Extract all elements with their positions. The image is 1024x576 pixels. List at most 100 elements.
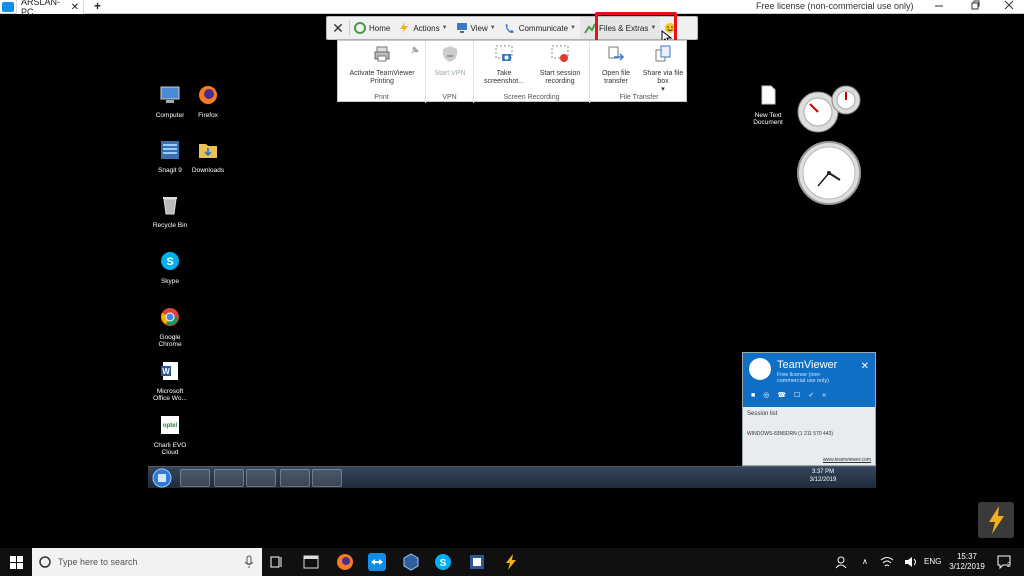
tray-chevron-up-icon[interactable]: ∧: [862, 557, 868, 566]
desktop-icon-label: Recycle Bin: [152, 221, 188, 229]
virtualbox-icon[interactable]: [402, 553, 420, 571]
remote-taskbar-skype[interactable]: [280, 469, 310, 487]
skype-icon[interactable]: S: [434, 553, 452, 571]
toolbar-view[interactable]: View ▼: [452, 17, 500, 39]
ribbon-group-label: Screen Recording: [503, 94, 560, 101]
word-document-icon: W: [161, 362, 178, 380]
toolbar-communicate[interactable]: Communicate ▼: [500, 17, 580, 39]
license-text: Free license (non-commercial use only): [756, 1, 914, 11]
chevron-down-icon: ▼: [570, 25, 576, 31]
desktop-icon-charli[interactable]: optel Charli EVO Cloud: [148, 414, 192, 457]
teamviewer-logo-icon: [2, 2, 14, 12]
lightning-app-icon[interactable]: [502, 553, 520, 571]
record-icon: [551, 45, 569, 62]
charli-cloud-icon: optel: [161, 416, 179, 434]
ribbon-group-label: VPN: [442, 94, 457, 101]
pin-icon[interactable]: [410, 45, 420, 55]
search-icon: [39, 556, 51, 568]
remote-taskbar-teamviewer[interactable]: [312, 469, 342, 487]
start-recording-button[interactable]: Start session recording: [532, 45, 588, 86]
restore-button[interactable]: [960, 0, 990, 14]
tab-arslan-pc[interactable]: ARSLAN-PC ✕: [16, 0, 84, 17]
toolbar-close-button[interactable]: ✕: [327, 20, 349, 37]
windows-start-icon[interactable]: [10, 556, 23, 569]
folder-icon: [199, 144, 217, 158]
remote-start-orb-icon[interactable]: [152, 468, 172, 488]
chrome-icon: [161, 308, 179, 326]
toolbar-communicate-label: Communicate: [518, 23, 569, 33]
text-file-icon: [761, 85, 776, 105]
task-view-icon[interactable]: [268, 553, 286, 571]
minimize-icon: [935, 5, 943, 7]
desktop-icon-new-text[interactable]: New Text Document: [746, 84, 790, 127]
desktop-icon-label: New Text Document: [753, 111, 783, 127]
close-icon: [1004, 0, 1014, 10]
teamviewer-panel-close-icon[interactable]: ✕: [861, 361, 869, 372]
remote-clock[interactable]: 3:37 PM 3/12/2019: [798, 468, 848, 484]
teamviewer-panel: TeamViewer Free license (non-commercial …: [742, 352, 876, 466]
snagit-icon: [161, 141, 179, 159]
desktop-icon-recycle-bin[interactable]: Recycle Bin: [148, 194, 192, 229]
teamviewer-website-link[interactable]: www.teamviewer.com: [823, 457, 871, 463]
firefox-icon[interactable]: [336, 553, 354, 571]
open-file-transfer-button[interactable]: Open file transfer: [592, 45, 640, 86]
svg-text:optel: optel: [163, 423, 178, 429]
tab-close-icon[interactable]: ✕: [71, 2, 83, 13]
remote-taskbar: [148, 466, 876, 488]
people-icon[interactable]: [834, 555, 848, 569]
activate-printing-label: Activate TeamViewer Printing: [349, 70, 415, 85]
new-tab-button[interactable]: +: [94, 0, 101, 13]
teamviewer-icon[interactable]: [368, 553, 386, 571]
volume-icon[interactable]: [904, 556, 918, 568]
firefox-icon: [199, 86, 217, 104]
taskbar-date: 3/12/2019: [949, 562, 985, 571]
app-window-icon[interactable]: [302, 553, 320, 571]
desktop-icon-downloads[interactable]: Downloads: [186, 139, 230, 174]
ribbon-group-screen-recording: Take screenshot... Start session recordi…: [474, 41, 590, 103]
desktop-icon-skype[interactable]: S Skype: [148, 250, 192, 285]
files-extras-ribbon: Activate TeamViewer Printing Print Start…: [337, 40, 687, 103]
remote-clock-date: 3/12/2019: [809, 477, 837, 483]
camera-icon: [495, 45, 513, 61]
recycle-bin-icon: [163, 197, 177, 215]
svg-text:S: S: [166, 256, 173, 268]
taskbar-search[interactable]: Type here to search: [32, 548, 262, 576]
taskbar-clock[interactable]: 15:37 3/12/2019: [942, 552, 992, 572]
wifi-icon[interactable]: [880, 556, 894, 568]
session-list-header[interactable]: Session list: [747, 411, 777, 417]
toolbar-home[interactable]: Home: [350, 17, 394, 39]
take-screenshot-button[interactable]: Take screenshot...: [478, 45, 530, 86]
microphone-icon[interactable]: [244, 555, 254, 569]
desktop-icon-label: Skype: [160, 277, 180, 285]
remote-taskbar-pdf[interactable]: [246, 469, 276, 487]
desktop-icon-word[interactable]: W Microsoft Office Wo...: [148, 360, 192, 403]
teamviewer-panel-actions[interactable]: ■◎☎☐✓«: [751, 391, 834, 399]
svg-text:W: W: [162, 367, 170, 376]
ribbon-group-print: Activate TeamViewer Printing Print: [338, 41, 426, 103]
share-file-box-button[interactable]: Share via file box ▾: [640, 45, 686, 94]
remote-taskbar-explorer[interactable]: [180, 469, 210, 487]
notes-app-icon[interactable]: [468, 553, 486, 571]
activate-printing-button[interactable]: Activate TeamViewer Printing: [344, 45, 420, 86]
file-transfer-icon: [608, 46, 625, 61]
desktop-icon-chrome[interactable]: Google Chrome: [148, 306, 192, 349]
language-indicator[interactable]: ENG: [924, 557, 941, 566]
minimize-button[interactable]: [924, 0, 954, 14]
tab-label: ARSLAN-PC: [21, 0, 61, 17]
toolbar-view-label: View: [470, 23, 488, 33]
session-entry[interactable]: WINDOWS-83N5DRN (1 211 570 443): [747, 431, 833, 437]
skype-icon: S: [161, 252, 179, 270]
cpu-meter-gadget-icon: [797, 85, 861, 133]
desktop-icon-firefox[interactable]: Firefox: [186, 84, 230, 119]
file-box-icon: [655, 45, 671, 62]
lightning-icon: [400, 22, 409, 34]
close-window-button[interactable]: [994, 0, 1024, 14]
start-vpn-button[interactable]: Start VPN: [428, 45, 472, 78]
toolbar-actions[interactable]: Actions ▼: [394, 17, 451, 39]
remote-taskbar-chrome[interactable]: [214, 469, 244, 487]
teamviewer-panel-header: TeamViewer Free license (non-commercial …: [743, 353, 875, 407]
ribbon-group-vpn: Start VPN VPN: [426, 41, 474, 103]
clock-gadget-icon: [797, 141, 861, 205]
vpn-shield-icon: [443, 46, 457, 62]
lightning-badge-icon: [978, 502, 1014, 538]
